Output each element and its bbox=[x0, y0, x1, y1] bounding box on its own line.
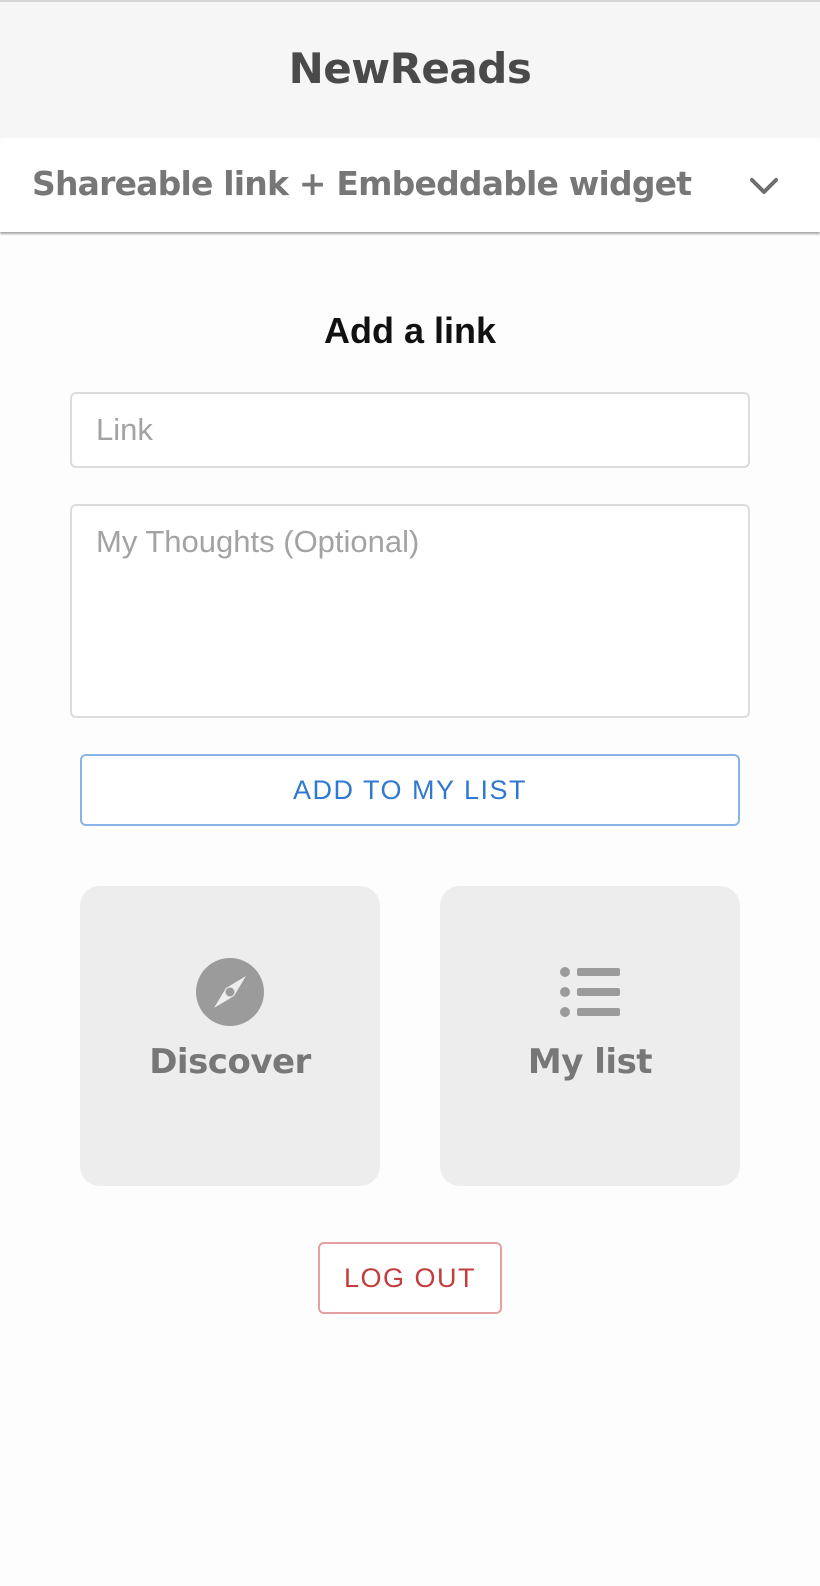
share-panel-toggle[interactable]: Shareable link + Embeddable widget bbox=[0, 138, 820, 232]
app-title: NewReads bbox=[288, 44, 532, 93]
app-header: NewReads bbox=[0, 2, 820, 138]
chevron-down-icon[interactable] bbox=[748, 174, 780, 198]
my-list-tile[interactable]: My list bbox=[440, 886, 740, 1186]
share-panel-label: Shareable link + Embeddable widget bbox=[32, 164, 692, 203]
add-link-heading: Add a link bbox=[323, 310, 497, 351]
my-list-label: My list bbox=[527, 1042, 653, 1082]
thoughts-textarea[interactable] bbox=[70, 504, 750, 718]
list-icon bbox=[560, 967, 620, 1017]
logout-button[interactable]: LOG OUT bbox=[318, 1242, 502, 1314]
add-to-list-button[interactable]: ADD TO MY LIST bbox=[80, 754, 740, 826]
discover-tile[interactable]: Discover bbox=[80, 886, 380, 1186]
link-input[interactable] bbox=[70, 392, 750, 468]
discover-label: Discover bbox=[149, 1042, 311, 1082]
compass-icon bbox=[196, 958, 264, 1026]
